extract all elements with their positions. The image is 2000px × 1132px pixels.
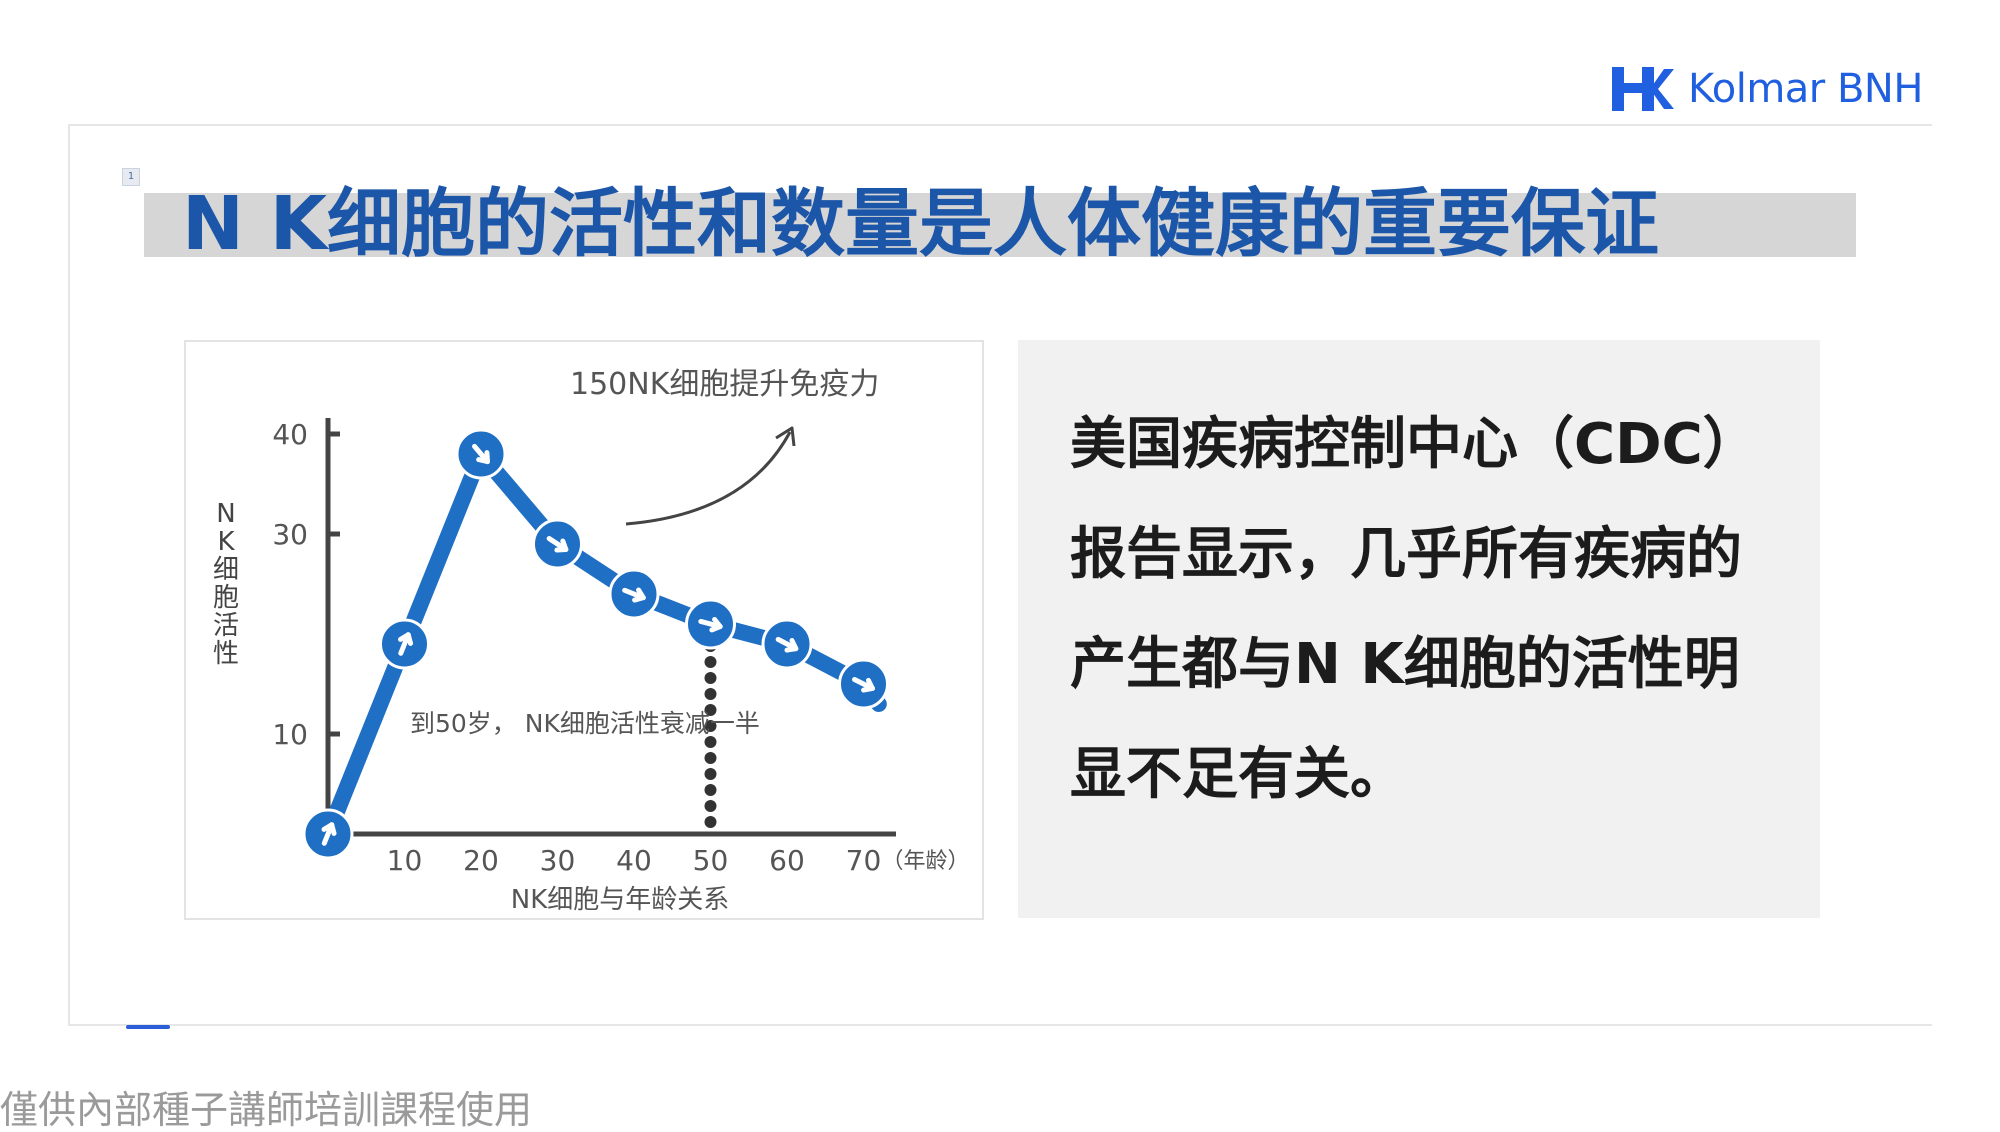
- marker-dot: [704, 768, 717, 780]
- slide-number-badge: 1: [122, 168, 140, 186]
- x-tick-label: 60: [769, 844, 805, 877]
- chart-title: NK细胞与年龄关系: [511, 885, 730, 915]
- midlife-annotation: 到50岁， NK细胞活性衰减一半: [410, 709, 760, 738]
- info-panel: 美国疾病控制中心（CDC）报告显示，几乎所有疾病的产生都与N K细胞的活性明显不…: [1018, 340, 1820, 918]
- marker-dot: [704, 784, 717, 796]
- y-tick-label: 30: [272, 518, 308, 551]
- cdc-report-text: 美国疾病控制中心（CDC）报告显示，几乎所有疾病的产生都与N K细胞的活性明显不…: [1070, 412, 1759, 807]
- marker-dot: [704, 672, 717, 684]
- y-axis-label-char: N: [216, 499, 235, 529]
- marker-dot: [704, 688, 717, 700]
- marker-dot: [704, 816, 717, 828]
- brand-logo: Kolmar BNH: [1608, 62, 1923, 116]
- x-tick-label: 40: [616, 844, 652, 877]
- marker-dot: [704, 800, 717, 812]
- slide-frame: 1 N K细胞的活性和数量是人体健康的重要保证 10 30 40 10 20 30 40 50…: [68, 124, 1932, 1026]
- x-tick-label: 70: [846, 844, 882, 877]
- chart-canvas: 10 30 40 10 20 30 40 50 60 70 （年龄） NK细胞与年龄关系 NK细胞活性 1…: [213, 367, 970, 915]
- marker-dot: [704, 656, 717, 668]
- y-axis-label-char: 性: [213, 639, 239, 669]
- y-axis-label-char: 活: [213, 611, 239, 641]
- x-tick-label: 30: [540, 844, 576, 877]
- slide-title: N K细胞的活性和数量是人体健康的重要保证: [182, 181, 1660, 267]
- y-tick-label: 40: [272, 418, 308, 451]
- x-tick-label: 50: [693, 844, 729, 877]
- y-axis-label-char: 细: [213, 555, 239, 585]
- curved-arrow: [625, 431, 792, 526]
- accent-underline: [126, 1025, 170, 1029]
- arrow-annotation: 150NK细胞提升免疫力: [570, 367, 879, 402]
- footer-disclaimer: 僅供內部種子講師培訓課程使用: [0, 1088, 533, 1132]
- y-tick-label: 10: [272, 718, 308, 751]
- brand-name: Kolmar BNH: [1688, 66, 1923, 112]
- x-tick-label: 20: [463, 844, 499, 877]
- y-axis-label-char: K: [217, 527, 235, 557]
- y-axis-label-char: 胞: [213, 583, 239, 613]
- x-tick-label: 10: [387, 844, 423, 877]
- age-nk-chart: 10 30 40 10 20 30 40 50 60 70 （年龄） NK细胞与年龄关系 N K 细胞活性 1…: [184, 340, 984, 920]
- kolmar-logo-icon: [1612, 67, 1674, 111]
- x-axis-unit: （年龄）: [882, 849, 970, 874]
- marker-dot: [704, 752, 717, 764]
